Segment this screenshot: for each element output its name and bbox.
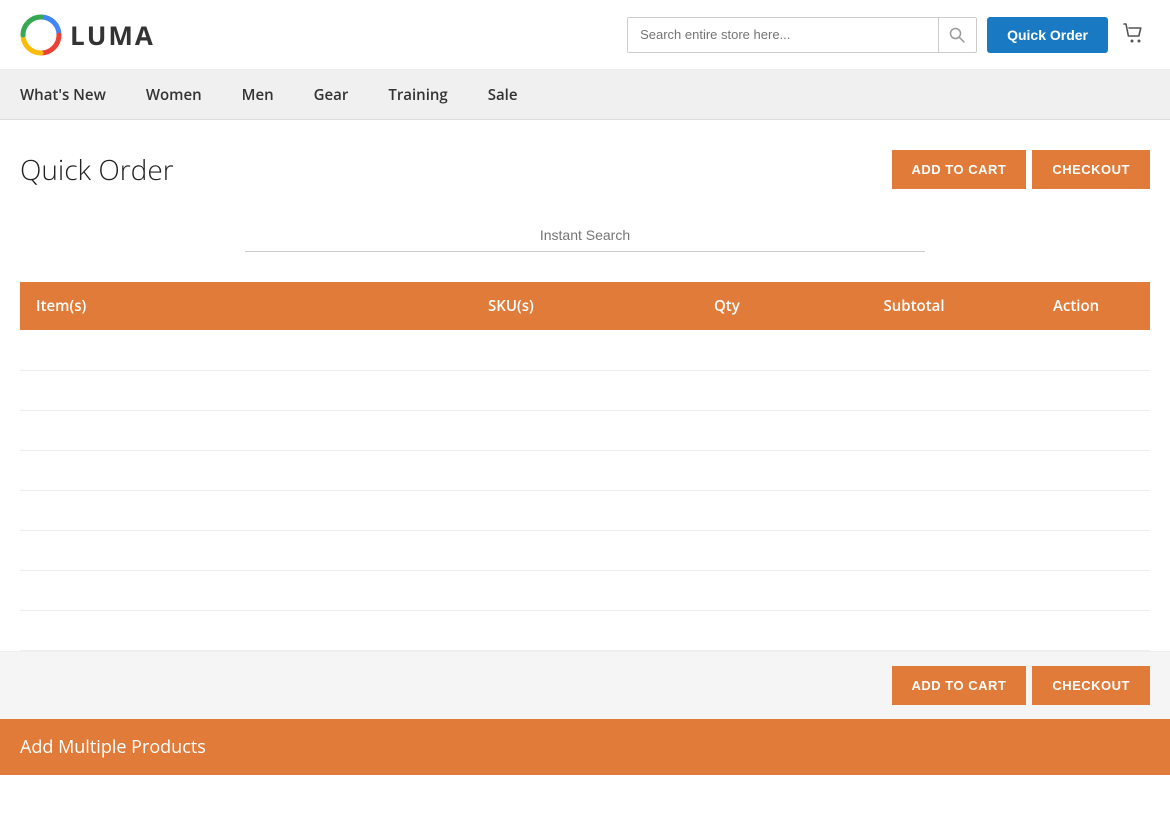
table-row-empty-1	[20, 330, 1150, 370]
search-button[interactable]	[938, 18, 975, 52]
search-icon	[949, 27, 965, 43]
table-row-empty-7	[20, 570, 1150, 610]
bottom-add-to-cart-button[interactable]: ADD TO CART	[892, 666, 1027, 705]
table-row-empty-4	[20, 450, 1150, 490]
table-header: Item(s) SKU(s) Qty Subtotal Action	[20, 282, 1150, 330]
table-row-empty-6	[20, 530, 1150, 570]
nav-item-training[interactable]: Training	[368, 70, 467, 119]
add-multiple-products-bar[interactable]: Add Multiple Products	[0, 719, 1170, 775]
col-skus: SKU(s)	[472, 282, 698, 330]
luma-logo-icon	[20, 14, 62, 56]
header-right: Quick Order	[627, 17, 1150, 53]
top-btn-group: ADD TO CART CHECKOUT	[892, 150, 1150, 189]
col-subtotal: Subtotal	[868, 282, 1038, 330]
quick-order-button[interactable]: Quick Order	[987, 17, 1108, 53]
nav-item-women[interactable]: Women	[126, 70, 222, 119]
col-qty: Qty	[698, 282, 868, 330]
instant-search-input[interactable]	[245, 219, 925, 252]
search-input[interactable]	[628, 18, 938, 52]
col-action: Action	[1037, 282, 1150, 330]
table-header-row: Item(s) SKU(s) Qty Subtotal Action	[20, 282, 1150, 330]
cart-button[interactable]	[1118, 17, 1150, 52]
table-row-empty-8	[20, 610, 1150, 650]
top-checkout-button[interactable]: CHECKOUT	[1032, 150, 1150, 189]
order-table: Item(s) SKU(s) Qty Subtotal Action	[20, 282, 1150, 651]
table-row-empty-2	[20, 370, 1150, 410]
page-header-row: Quick Order ADD TO CART CHECKOUT	[20, 150, 1150, 189]
table-body	[20, 330, 1150, 650]
instant-search-container	[20, 219, 1150, 252]
nav-item-men[interactable]: Men	[222, 70, 294, 119]
page-title: Quick Order	[20, 151, 174, 189]
nav-item-gear[interactable]: Gear	[294, 70, 369, 119]
header: LUMA Quick Order	[0, 0, 1170, 70]
main-content: Quick Order ADD TO CART CHECKOUT Item(s)…	[0, 120, 1170, 651]
table-row-empty-5	[20, 490, 1150, 530]
col-items: Item(s)	[20, 282, 472, 330]
nav: What's New Women Men Gear Training Sale	[0, 70, 1170, 120]
top-add-to-cart-button[interactable]: ADD TO CART	[892, 150, 1027, 189]
search-bar	[627, 17, 977, 53]
nav-item-sale[interactable]: Sale	[468, 70, 538, 119]
logo-text: LUMA	[70, 17, 155, 53]
table-row-empty-3	[20, 410, 1150, 450]
logo-area: LUMA	[20, 14, 155, 56]
bottom-checkout-button[interactable]: CHECKOUT	[1032, 666, 1150, 705]
bottom-action-bar: ADD TO CART CHECKOUT	[0, 651, 1170, 719]
cart-icon	[1122, 21, 1146, 45]
nav-item-whats-new[interactable]: What's New	[20, 70, 126, 119]
